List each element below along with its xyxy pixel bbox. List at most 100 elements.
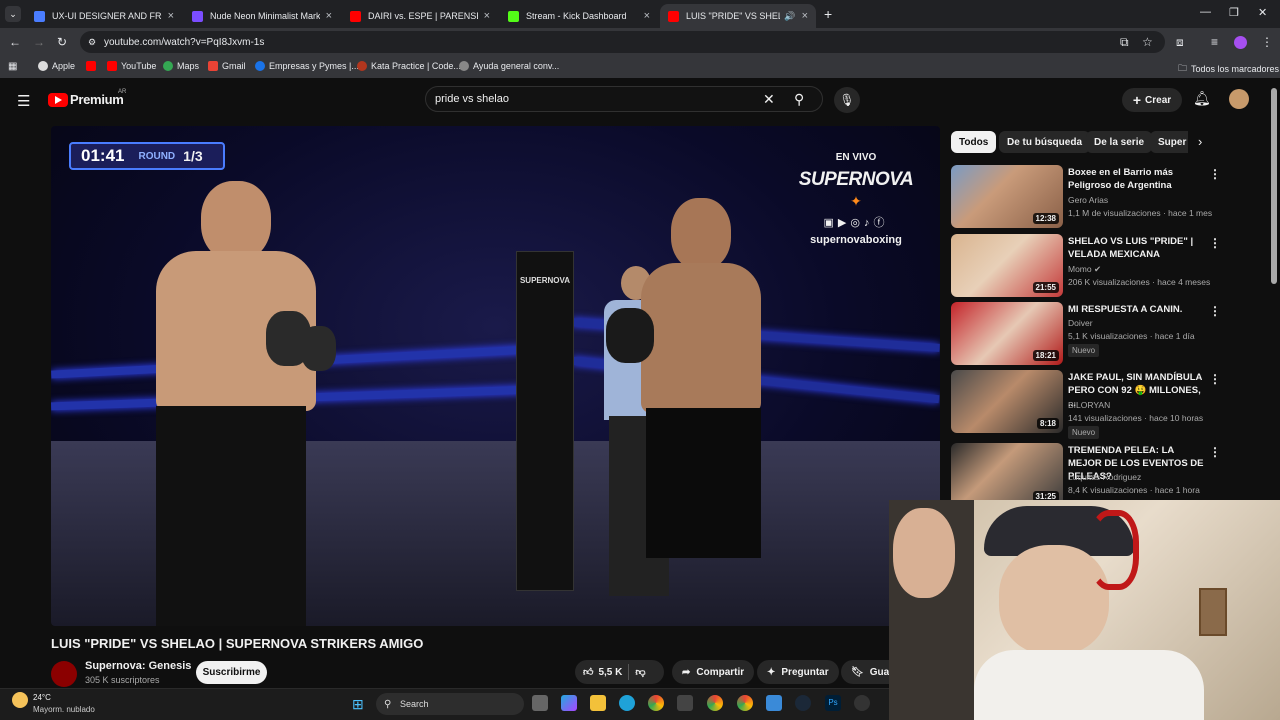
account-avatar[interactable] — [1229, 89, 1249, 109]
subscribe-button[interactable]: Suscribirme — [196, 661, 267, 684]
store-icon[interactable] — [677, 695, 693, 711]
close-icon[interactable]: × — [644, 10, 650, 22]
address-bar[interactable]: ⚙ youtube.com/watch?v=PqI8Jxvm-1s — [80, 31, 1165, 53]
close-icon[interactable]: × — [326, 10, 332, 22]
more-options-icon[interactable]: ⋮ — [1209, 445, 1221, 459]
more-options-icon[interactable]: ⋮ — [1209, 167, 1221, 181]
chip-de-la-serie[interactable]: De la serie — [1086, 131, 1153, 153]
all-bookmarks[interactable]: 🗀 Todos los marcadores — [1178, 61, 1279, 77]
video-thumbnail[interactable]: 12:38 — [951, 165, 1063, 228]
file-explorer-icon[interactable] — [590, 695, 606, 711]
close-icon[interactable]: × — [802, 10, 808, 22]
ask-button[interactable]: ✦ Preguntar — [757, 660, 839, 684]
more-options-icon[interactable]: ⋮ — [1209, 304, 1221, 318]
recommended-title[interactable]: SHELAO VS LUIS "PRIDE" | VELADA MEXICANA — [1068, 235, 1210, 261]
dislike-button[interactable]: 👎︎ — [635, 666, 645, 678]
back-icon[interactable]: ← — [9, 35, 21, 49]
cast-icon[interactable]: ⧉ — [1120, 35, 1129, 50]
restore-icon[interactable]: ❐ — [1229, 6, 1239, 19]
close-icon[interactable]: × — [484, 10, 490, 22]
chevron-right-icon[interactable]: › — [1198, 134, 1202, 149]
close-window-icon[interactable]: ✕ — [1258, 6, 1267, 19]
recommended-title[interactable]: Boxee en el Barrio más Peligroso de Arge… — [1068, 166, 1210, 192]
browser-tab[interactable]: UX-UI DESIGNER AND FRONTE× — [26, 4, 182, 28]
hamburger-menu-icon[interactable]: ☰ — [17, 92, 30, 110]
recommended-channel[interactable]: Luquitas Rodriguez — [1068, 472, 1141, 482]
clear-search-icon[interactable]: ✕ — [763, 91, 775, 108]
photoshop-icon[interactable]: Ps — [825, 695, 841, 711]
recommended-channel[interactable]: Doiver — [1068, 318, 1093, 328]
more-options-icon[interactable]: ⋮ — [1209, 372, 1221, 386]
weather-temperature[interactable]: 24°C — [33, 693, 51, 702]
bookmark-youtube-red[interactable] — [86, 61, 96, 71]
browser-tab[interactable]: Nude Neon Minimalist Marketi × — [184, 4, 340, 28]
bookmark-apple[interactable]: Apple — [38, 61, 75, 71]
apps-grid-icon[interactable]: ▦ — [8, 61, 17, 72]
recommended-channel[interactable]: BILORYAN — [1068, 400, 1110, 410]
bookmark-kata[interactable]: Kata Practice | Code... — [357, 61, 461, 71]
taskbar-search[interactable]: ⚲ Search — [376, 693, 524, 715]
recommended-channel[interactable]: Momo ✔ — [1068, 264, 1101, 275]
browser-tab[interactable]: DAIRI vs. ESPE | PARENSE DE M× — [342, 4, 498, 28]
chip-de-tu-busqueda[interactable]: De tu búsqueda — [999, 131, 1091, 153]
copilot-icon[interactable] — [561, 695, 577, 711]
bookmark-ayuda[interactable]: Ayuda general conv... — [459, 61, 559, 71]
recommended-video[interactable]: 8:18 JAKE PAUL, SIN MANDÍBULA PERO CON 9… — [951, 370, 1271, 439]
channel-avatar[interactable] — [51, 661, 77, 687]
more-options-icon[interactable]: ⋮ — [1209, 236, 1221, 250]
chip-super[interactable]: Super — [1150, 131, 1188, 153]
extensions-icon[interactable]: ⧈ — [1176, 35, 1184, 50]
forward-icon[interactable]: → — [33, 35, 45, 49]
chrome-profile-icon[interactable] — [737, 695, 753, 711]
recommended-video[interactable]: 12:38 Boxee en el Barrio más Peligroso d… — [951, 165, 1271, 229]
weather-icon[interactable] — [12, 692, 28, 708]
close-icon[interactable]: × — [168, 10, 174, 22]
search-icon[interactable]: ⚲ — [794, 91, 804, 108]
recommended-video[interactable]: 31:25 TREMENDA PELEA: LA MEJOR DE LOS EV… — [951, 443, 1271, 507]
bookmark-youtube[interactable]: YouTube — [107, 61, 156, 71]
like-button[interactable]: 👍︎ 5,5 K — [583, 666, 622, 679]
notifications-icon[interactable]: 🔔︎ — [1193, 90, 1211, 107]
chrome-active-icon[interactable] — [707, 695, 723, 711]
reload-icon[interactable]: ↻ — [57, 35, 67, 49]
recommended-video[interactable]: 21:55 SHELAO VS LUIS "PRIDE" | VELADA ME… — [951, 234, 1271, 298]
page-scrollbar[interactable] — [1271, 88, 1277, 284]
video-thumbnail[interactable]: 18:21 — [951, 302, 1063, 365]
bookmark-star-icon[interactable]: ☆ — [1142, 35, 1153, 49]
browser-tab-active[interactable]: LUIS "PRIDE" VS SHELAO | S🔊× — [660, 4, 816, 28]
speaker-icon[interactable]: 🔊 — [784, 11, 795, 22]
save-button[interactable]: 🔖︎Guar — [841, 660, 889, 684]
recommended-channel[interactable]: Gero Arias — [1068, 195, 1108, 205]
voice-search-icon[interactable]: 🎙 — [834, 87, 860, 113]
channel-name[interactable]: Supernova: Genesis — [85, 660, 191, 672]
minimize-icon[interactable]: — — [1200, 6, 1211, 18]
edge-icon[interactable] — [619, 695, 635, 711]
obs-icon[interactable] — [854, 695, 870, 711]
task-view-icon[interactable] — [532, 695, 548, 711]
video-thumbnail[interactable]: 21:55 — [951, 234, 1063, 297]
video-thumbnail[interactable]: 31:25 — [951, 443, 1063, 506]
steam-icon[interactable] — [795, 695, 811, 711]
windows-start-icon[interactable]: ⊞ — [352, 696, 364, 713]
recommended-video[interactable]: 18:21 MI RESPUESTA A CANIN. Doiver 5,1 K… — [951, 302, 1271, 366]
photos-icon[interactable] — [766, 695, 782, 711]
browser-tab[interactable]: Stream - Kick Dashboard × — [500, 4, 658, 28]
youtube-premium-label[interactable]: Premium — [70, 92, 124, 107]
recommended-title[interactable]: MI RESPUESTA A CANIN. — [1068, 303, 1210, 316]
profile-avatar[interactable] — [1234, 36, 1247, 49]
menu-icon[interactable]: ⋮ — [1261, 35, 1273, 49]
media-icon[interactable]: ≡ — [1211, 35, 1218, 49]
chrome-icon[interactable] — [648, 695, 664, 711]
new-tab-icon[interactable]: + — [824, 6, 832, 22]
share-button[interactable]: ➦ Compartir — [672, 660, 755, 684]
site-info-icon[interactable]: ⚙ — [88, 37, 96, 48]
bookmark-maps[interactable]: Maps — [163, 61, 199, 71]
video-player[interactable]: SUPERNOVA 01:41 ROUND 1/3 EN VIVO SUPERN… — [51, 126, 940, 626]
bookmark-empresas[interactable]: Empresas y Pymes |... — [255, 61, 359, 71]
search-input[interactable]: pride vs shelao ✕ ⚲ — [425, 86, 823, 112]
create-button[interactable]: + Crear — [1122, 88, 1182, 112]
video-thumbnail[interactable]: 8:18 — [951, 370, 1063, 433]
tab-search-button[interactable]: ⌄ — [5, 6, 21, 22]
bookmark-gmail[interactable]: Gmail — [208, 61, 246, 71]
chip-todos[interactable]: Todos — [951, 131, 997, 153]
